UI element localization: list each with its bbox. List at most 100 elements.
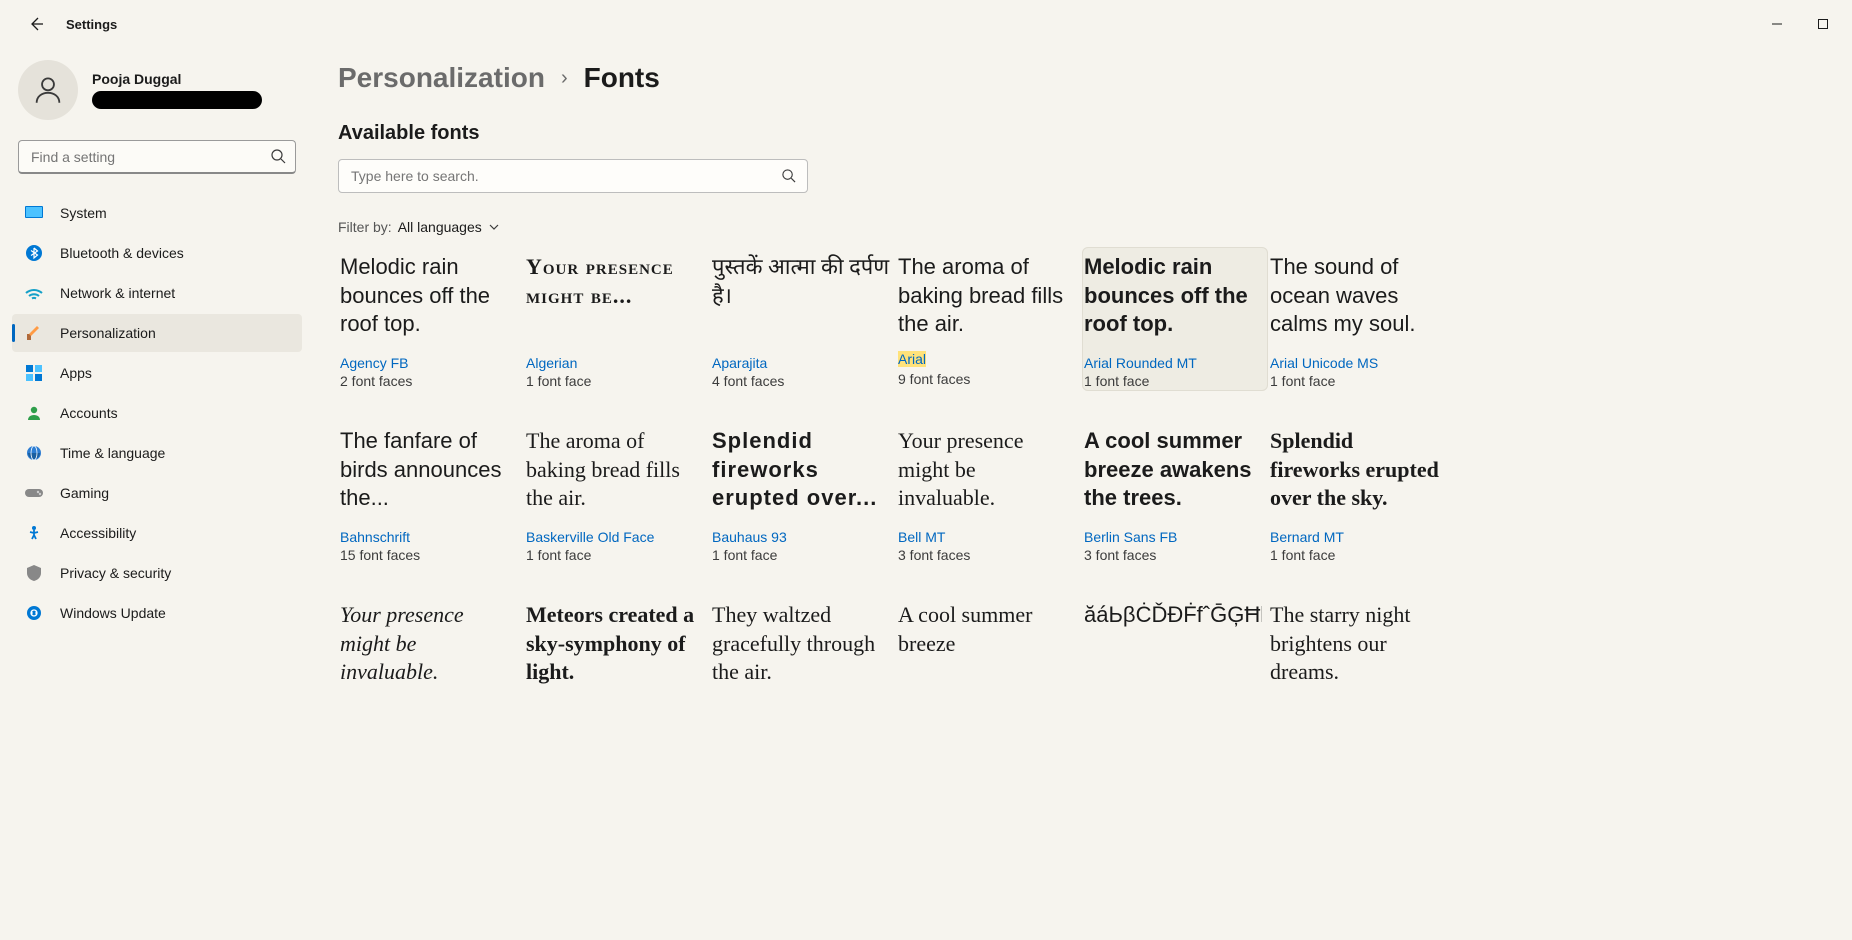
sidebar-item-update[interactable]: Windows Update	[12, 594, 302, 632]
font-card[interactable]: A cool summer breeze	[896, 595, 1082, 701]
font-preview: They waltzed gracefully through the air.	[712, 599, 890, 699]
filter-label: Filter by:	[338, 219, 392, 235]
font-name: Baskerville Old Face	[526, 529, 704, 545]
sidebar-item-label: System	[60, 205, 107, 221]
minimize-button[interactable]	[1754, 8, 1800, 40]
breadcrumb-parent[interactable]: Personalization	[338, 62, 545, 94]
sidebar-item-personalization[interactable]: Personalization	[12, 314, 302, 352]
font-card[interactable]: The starry night brightens our dreams.	[1268, 595, 1454, 701]
font-card[interactable]: A cool summer breeze awakens the trees.B…	[1082, 421, 1268, 565]
chevron-down-icon	[488, 221, 500, 233]
sidebar-item-label: Accessibility	[60, 525, 136, 541]
font-faces: 1 font face	[712, 547, 890, 563]
sidebar-item-privacy[interactable]: Privacy & security	[12, 554, 302, 592]
breadcrumb: Personalization › Fonts	[338, 62, 1812, 94]
sidebar-item-label: Windows Update	[60, 605, 166, 621]
font-name: Aparajita	[712, 355, 890, 371]
font-name: Arial	[898, 351, 926, 367]
sidebar-item-label: Gaming	[60, 485, 109, 501]
sidebar-item-gaming[interactable]: Gaming	[12, 474, 302, 512]
app-title: Settings	[66, 17, 117, 32]
user-profile[interactable]: Pooja Duggal	[12, 56, 302, 130]
font-card[interactable]: They waltzed gracefully through the air.	[710, 595, 896, 701]
font-name: Arial Unicode MS	[1270, 355, 1448, 371]
sidebar-item-label: Network & internet	[60, 285, 175, 301]
sidebar-item-label: Personalization	[60, 325, 156, 341]
font-card[interactable]: Your presence might be invaluable.	[338, 595, 524, 701]
font-card[interactable]: पुस्तकें आत्मा की दर्पण है।Aparajita4 fo…	[710, 247, 896, 391]
filter-dropdown[interactable]: All languages	[398, 219, 500, 235]
filter-row: Filter by: All languages	[338, 219, 1812, 235]
maximize-button[interactable]	[1800, 8, 1846, 40]
font-preview: A cool summer breeze awakens the trees.	[1084, 425, 1262, 525]
sidebar-item-apps[interactable]: Apps	[12, 354, 302, 392]
font-card[interactable]: Meteors created a sky-symphony of light.	[524, 595, 710, 701]
font-card[interactable]: Melodic rain bounces off the roof top.Ar…	[1082, 247, 1268, 391]
font-preview: Melodic rain bounces off the roof top.	[340, 251, 518, 351]
font-preview: Your presence might be invaluable.	[898, 425, 1076, 525]
font-card[interactable]: Splendid fireworks erupted over the sky.…	[1268, 421, 1454, 565]
section-title: Available fonts	[338, 122, 1812, 145]
chevron-right-icon: ›	[561, 67, 568, 90]
font-preview: The sound of ocean waves calms my soul.	[1270, 251, 1448, 351]
font-preview: ăáЬβĊĎĐḞfˆḠĢĦȟıĺṀṇŃṔ	[1084, 599, 1262, 699]
font-preview: The fanfare of birds announces the...	[340, 425, 518, 525]
font-card[interactable]: Your presence might be... Algerian 1 font …	[524, 247, 710, 391]
user-name: Pooja Duggal	[92, 71, 262, 87]
font-faces: 4 font faces	[712, 373, 890, 389]
font-card[interactable]: Splendid fireworks erupted over... Bauhau…	[710, 421, 896, 565]
font-name: Bahnschrift	[340, 529, 518, 545]
font-faces: 15 font faces	[340, 547, 518, 563]
font-name: Bauhaus 93	[712, 529, 890, 545]
font-faces: 1 font face	[1270, 547, 1448, 563]
sidebar-item-label: Time & language	[60, 445, 165, 461]
font-card[interactable]: ăáЬβĊĎĐḞfˆḠĢĦȟıĺṀṇŃṔ	[1082, 595, 1268, 701]
bluetooth-icon	[24, 243, 44, 263]
font-name: Algerian	[526, 355, 704, 371]
font-faces: 1 font face	[526, 373, 704, 389]
font-card[interactable]: The sound of ocean waves calms my soul. A…	[1268, 247, 1454, 391]
font-search-input[interactable]	[338, 159, 808, 193]
font-card[interactable]: The fanfare of birds announces the... Bah…	[338, 421, 524, 565]
network-icon	[24, 283, 44, 303]
font-card[interactable]: Your presence might be invaluable.Bell M…	[896, 421, 1082, 565]
font-name: Arial Rounded MT	[1084, 355, 1262, 371]
sidebar-item-time[interactable]: Time & language	[12, 434, 302, 472]
sidebar-item-system[interactable]: System	[12, 194, 302, 232]
search-icon	[270, 148, 286, 169]
sidebar-item-label: Apps	[60, 365, 92, 381]
sidebar-item-accessibility[interactable]: Accessibility	[12, 514, 302, 552]
sidebar-item-network[interactable]: Network & internet	[12, 274, 302, 312]
font-faces: 3 font faces	[898, 547, 1076, 563]
font-faces: 2 font faces	[340, 373, 518, 389]
font-card[interactable]: The aroma of baking bread fills the air.…	[524, 421, 710, 565]
font-card[interactable]: The aroma of baking bread fills the air.…	[896, 247, 1082, 391]
font-grid: Melodic rain bounces off the roof top. Ag…	[338, 247, 1812, 701]
accessibility-icon	[24, 523, 44, 543]
sidebar-item-bluetooth[interactable]: Bluetooth & devices	[12, 234, 302, 272]
maximize-icon	[1817, 18, 1829, 30]
user-email-redacted	[92, 91, 262, 109]
font-faces: 3 font faces	[1084, 547, 1262, 563]
gaming-icon	[24, 483, 44, 503]
filter-value: All languages	[398, 219, 482, 235]
font-faces: 1 font face	[526, 547, 704, 563]
font-faces: 1 font face	[1084, 373, 1262, 389]
font-preview: Your presence might be...	[526, 251, 704, 351]
system-icon	[24, 203, 44, 223]
sidebar-nav: System Bluetooth & devices Network & inter…	[12, 194, 302, 632]
arrow-left-icon	[28, 16, 44, 32]
font-card[interactable]: Melodic rain bounces off the roof top. Ag…	[338, 247, 524, 391]
font-preview: The aroma of baking bread fills the air.	[898, 251, 1076, 351]
font-faces: 1 font face	[1270, 373, 1448, 389]
settings-search-input[interactable]	[18, 140, 296, 174]
avatar	[18, 60, 78, 120]
back-button[interactable]	[24, 12, 48, 36]
title-bar: Settings	[0, 0, 1852, 48]
sidebar-item-accounts[interactable]: Accounts	[12, 394, 302, 432]
privacy-icon	[24, 563, 44, 583]
font-name: Agency FB	[340, 355, 518, 371]
person-icon	[31, 73, 65, 107]
font-preview: Splendid fireworks erupted over...	[712, 425, 890, 525]
font-preview: Meteors created a sky-symphony of light.	[526, 599, 704, 699]
